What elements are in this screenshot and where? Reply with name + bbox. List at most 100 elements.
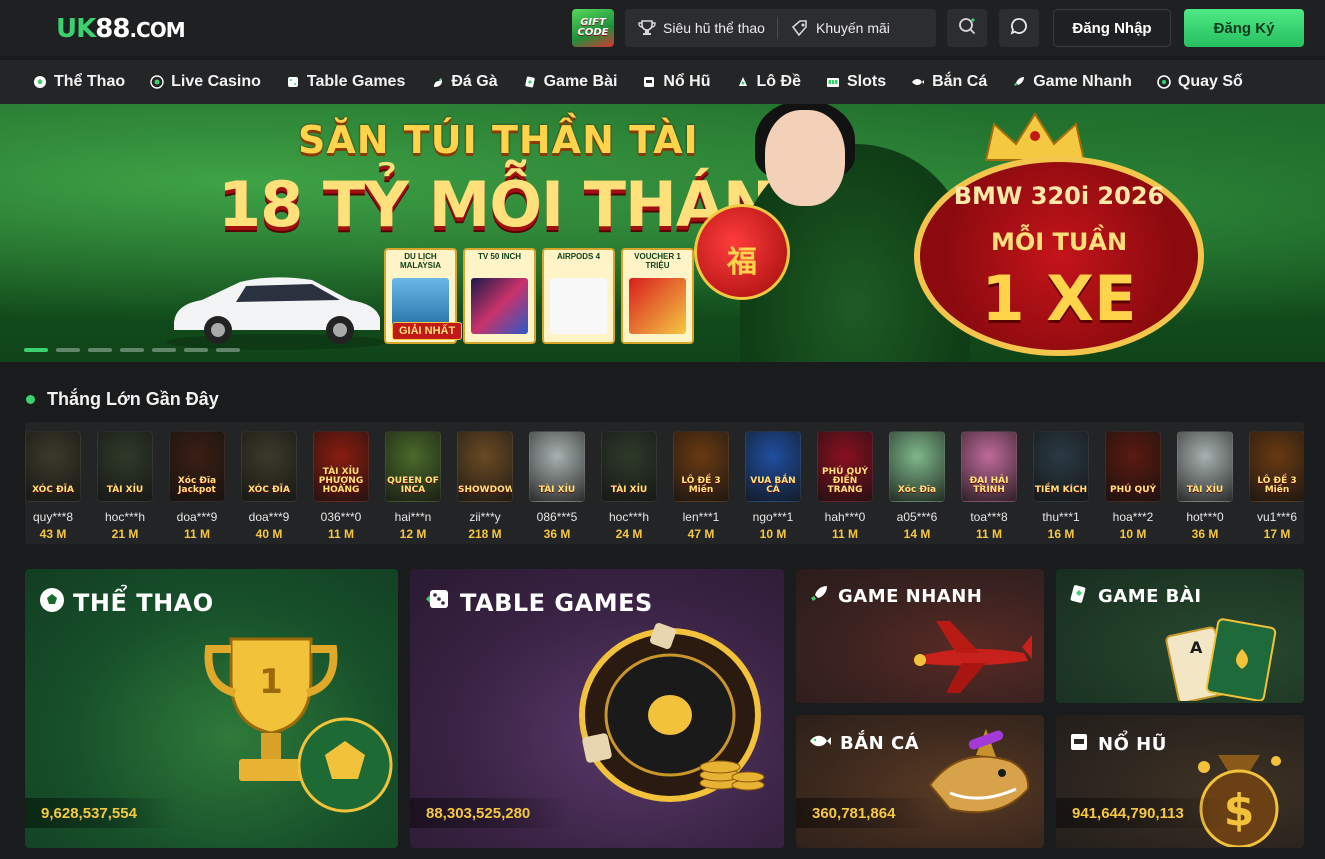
lottery-icon [735, 74, 751, 90]
nav-item-label: Đá Gà [451, 73, 498, 90]
nav-item-sports[interactable]: Thể Thao [32, 73, 125, 91]
carousel-dot[interactable] [120, 348, 144, 352]
search-icon [957, 16, 977, 41]
recent-win-item[interactable]: TÀI XỈU hoc***h 21 M [89, 431, 161, 541]
winner-username: hoa***2 [1112, 510, 1154, 524]
game-thumbnail[interactable]: LÔ ĐỀ 3 Miền [1249, 431, 1304, 502]
recent-win-item[interactable]: PHÚ QUÝ hoa***2 10 M [1097, 431, 1169, 541]
game-thumbnail[interactable]: TÀI XỈU [601, 431, 657, 502]
game-thumbnail[interactable]: TÀI XỈU [97, 431, 153, 502]
nav-item-fast-games[interactable]: Game Nhanh [1011, 73, 1132, 91]
gift-code-button[interactable]: GIFT CODE [572, 9, 614, 47]
login-button[interactable]: Đăng Nhập [1053, 9, 1171, 47]
recent-win-item[interactable]: TÀI XỈU hot***0 36 M [1169, 431, 1241, 541]
site-logo[interactable]: UK88.COM [56, 14, 186, 44]
game-thumbnail[interactable]: SHOWDOWN [457, 431, 513, 502]
nav-item-cockfight[interactable]: Đá Gà [429, 73, 498, 91]
tile-table-games[interactable]: TABLE GAMES 88,303,525,280 [410, 569, 784, 848]
tile-title: NỔ HŨ [1068, 731, 1167, 758]
nav-item-number-draw[interactable]: Quay Số [1156, 73, 1243, 91]
win-amount: 17 M [1263, 527, 1291, 541]
slot-machine-icon [1068, 731, 1090, 758]
game-thumbnail[interactable]: Xóc Đĩa Jackpot [169, 431, 225, 502]
game-thumbnail-label: LÔ ĐỀ 3 Miền [1257, 476, 1297, 495]
carousel-dot[interactable] [184, 348, 208, 352]
svg-text:A: A [1190, 638, 1203, 657]
win-amount: 43 M [39, 527, 67, 541]
promotions-link[interactable]: Khuyến mãi [778, 9, 902, 47]
recent-win-item[interactable]: VUA BẮN CÁ ngo***1 10 M [737, 431, 809, 541]
nav-item-card-games[interactable]: Game Bài [522, 73, 617, 91]
game-thumbnail[interactable]: PHÚ QUÝ [1105, 431, 1161, 502]
recent-win-item[interactable]: ĐẠI HẢI TRÌNH toa***8 11 M [953, 431, 1025, 541]
nav-item-table-games[interactable]: Table Games [285, 73, 405, 91]
gift-tag-icon [790, 18, 810, 38]
money-bag-image: $ [1198, 755, 1281, 847]
win-amount: 218 M [468, 527, 502, 541]
game-thumbnail[interactable]: QUEEN OF INCA [385, 431, 441, 502]
register-button[interactable]: Đăng Ký [1184, 9, 1304, 47]
airplane-image [914, 621, 1032, 693]
game-thumbnail[interactable]: PHÚ QUÝ ĐIỀN TRANG [817, 431, 873, 502]
promo-banner[interactable]: SĂN TÚI THẦN TÀI 18 TỶ MỖI THÁNG DU LỊCH… [0, 104, 1325, 362]
tile-card-games[interactable]: GAME BÀI A [1056, 569, 1304, 703]
nav-item-lottery[interactable]: Lô Đề [735, 73, 801, 91]
game-thumbnail[interactable]: XÓC ĐĨA [241, 431, 297, 502]
game-thumbnail[interactable]: Xóc Đĩa [889, 431, 945, 502]
recent-win-item[interactable]: LÔ ĐỀ 3 Miền vu1***6 17 M [1241, 431, 1304, 541]
nav-item-label: Game Nhanh [1033, 73, 1132, 90]
carousel-dot[interactable] [216, 348, 240, 352]
game-thumbnail-label: ĐẠI HẢI TRÌNH [969, 476, 1009, 495]
rooster-icon [429, 74, 445, 90]
search-button[interactable] [947, 9, 987, 47]
game-thumbnail[interactable]: LÔ ĐỀ 3 Miền [673, 431, 729, 502]
win-amount: 24 M [615, 527, 643, 541]
recent-win-item[interactable]: TIỀM KÍCH thu***1 16 M [1025, 431, 1097, 541]
nav-item-fishing[interactable]: Bắn Cá [910, 73, 987, 91]
game-thumbnail[interactable]: VUA BẮN CÁ [745, 431, 801, 502]
recent-win-item[interactable]: TÀI XỈU hoc***h 24 M [593, 431, 665, 541]
winner-username: toa***8 [970, 510, 1008, 524]
carousel-dot[interactable] [56, 348, 80, 352]
winner-username: hoc***h [608, 510, 650, 524]
nav-item-slots-jackpot[interactable]: Nổ Hũ [641, 73, 711, 91]
shark-image [928, 729, 1030, 814]
game-thumbnail-label: XÓC ĐĨA [32, 485, 74, 495]
recent-win-item[interactable]: XÓC ĐĨA quy***8 43 M [25, 431, 89, 541]
recent-win-item[interactable]: Xóc Đĩa a05***6 14 M [881, 431, 953, 541]
tile-jackpot-amount: 9,628,537,554 [25, 798, 177, 828]
game-thumbnail[interactable]: TÀI XỈU [529, 431, 585, 502]
tile-fast-games[interactable]: GAME NHANH [796, 569, 1044, 703]
game-thumbnail[interactable]: ĐẠI HẢI TRÌNH [961, 431, 1017, 502]
tile-sports[interactable]: THỂ THAO 1 9,628,537,554 [25, 569, 398, 848]
gift-code-line2: CODE [577, 27, 609, 38]
sports-jackpot-link[interactable]: Siêu hũ thể thao [625, 9, 777, 47]
nav-item-slots[interactable]: Slots [825, 73, 886, 91]
recent-win-item[interactable]: Xóc Đĩa Jackpot doa***9 11 M [161, 431, 233, 541]
carousel-dot[interactable] [24, 348, 48, 352]
nav-item-live-casino[interactable]: Live Casino [149, 73, 261, 91]
recent-win-item[interactable]: PHÚ QUÝ ĐIỀN TRANG hah***0 11 M [809, 431, 881, 541]
tile-slots-jackpot[interactable]: NỔ HŨ $ 941,644,790,113 [1056, 715, 1304, 848]
recent-win-item[interactable]: XÓC ĐĨA doa***9 40 M [233, 431, 305, 541]
game-thumbnail[interactable]: TÀI XỈU PHƯỢNG HOÀNG [313, 431, 369, 502]
recent-win-item[interactable]: SHOWDOWN zii***y 218 M [449, 431, 521, 541]
game-thumbnail[interactable]: TIỀM KÍCH [1033, 431, 1089, 502]
carousel-dot[interactable] [152, 348, 176, 352]
recent-win-item[interactable]: TÀI XỈU 086***5 36 M [521, 431, 593, 541]
tile-title: GAME BÀI [1068, 583, 1202, 610]
slots-icon [825, 74, 841, 90]
recent-win-item[interactable]: LÔ ĐỀ 3 Miền len***1 47 M [665, 431, 737, 541]
carousel-dot[interactable] [88, 348, 112, 352]
nav-item-label: Bắn Cá [932, 73, 988, 90]
win-amount: 11 M [183, 527, 210, 541]
game-thumbnail[interactable]: XÓC ĐĨA [25, 431, 81, 502]
nav-item-label: Nổ Hũ [663, 73, 711, 90]
recent-win-item[interactable]: TÀI XỈU PHƯỢNG HOÀNG 036***0 11 M [305, 431, 377, 541]
chat-button[interactable] [999, 9, 1039, 47]
trophy-ball-image: 1 [204, 637, 393, 813]
tile-fishing[interactable]: BẮN CÁ 360,781,864 [796, 715, 1044, 848]
recent-win-item[interactable]: QUEEN OF INCA hai***n 12 M [377, 431, 449, 541]
tile-jackpot-amount: 360,781,864 [796, 798, 936, 828]
game-thumbnail[interactable]: TÀI XỈU [1177, 431, 1233, 502]
